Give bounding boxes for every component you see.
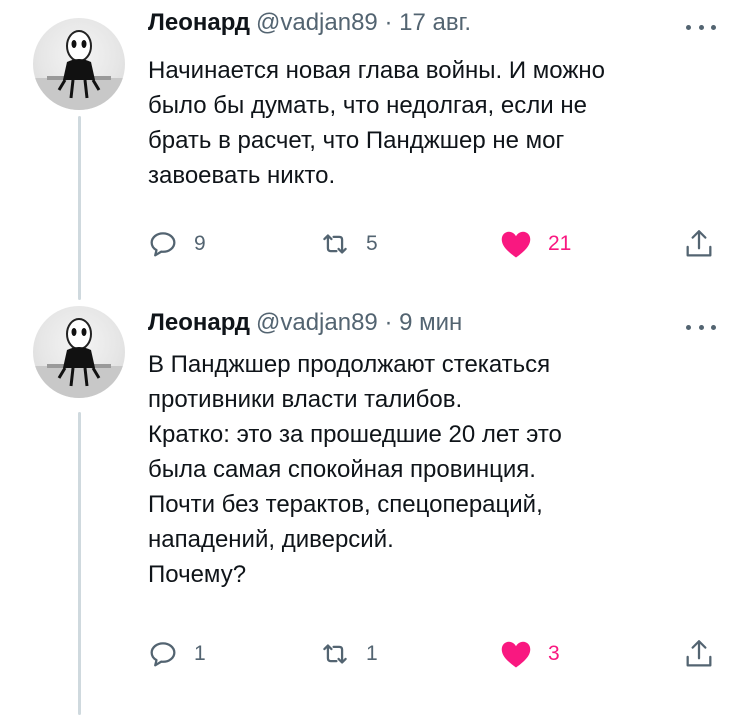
reply-icon: [150, 642, 176, 667]
tweet-header: Леонард @vadjan89 · 9 мин: [148, 309, 462, 337]
tweet-text: Начинается новая глава войны. И можно бы…: [148, 57, 605, 189]
handle-and-date[interactable]: @vadjan89 · 9 мин: [256, 309, 462, 336]
reply-button[interactable]: 9: [146, 226, 206, 262]
retweet-button[interactable]: 1: [318, 636, 378, 672]
like-button[interactable]: 3: [498, 636, 560, 672]
share-icon: [686, 640, 712, 667]
author-name[interactable]: Леонард: [148, 9, 250, 36]
tweet[interactable]: Леонард @vadjan89 · 17 авг. Начинается но…: [0, 0, 750, 300]
share-button[interactable]: [682, 636, 716, 672]
handle-and-date[interactable]: @vadjan89 · 17 авг.: [256, 9, 471, 36]
tweet-actions: 1 1 3: [146, 636, 718, 672]
retweet-button[interactable]: 5: [318, 226, 378, 262]
heart-icon: [501, 231, 531, 258]
retweet-count: 1: [366, 642, 378, 665]
share-icon: [686, 230, 712, 257]
avatar-figure-icon: [33, 318, 125, 398]
retweet-icon: [323, 644, 347, 664]
reply-icon: [150, 232, 176, 257]
more-icon[interactable]: [686, 322, 716, 332]
tweet-header: Леонард @vadjan89 · 17 авг.: [148, 9, 471, 37]
retweet-count: 5: [366, 232, 378, 255]
author-name[interactable]: Леонард: [148, 309, 250, 336]
more-icon[interactable]: [686, 22, 716, 32]
avatar[interactable]: [33, 18, 125, 110]
reply-count: 1: [194, 642, 206, 665]
like-count: 21: [548, 232, 572, 255]
heart-icon: [501, 641, 531, 668]
avatar-figure-icon: [33, 30, 125, 110]
thread-line: [78, 412, 81, 715]
share-button[interactable]: [682, 226, 716, 262]
avatar[interactable]: [33, 306, 125, 398]
tweet-actions: 9 5 21: [146, 226, 718, 262]
reply-button[interactable]: 1: [146, 636, 206, 672]
like-count: 3: [548, 642, 560, 665]
thread-line: [78, 116, 81, 300]
retweet-icon: [323, 234, 347, 254]
reply-count: 9: [194, 232, 206, 255]
tweet[interactable]: Леонард @vadjan89 · 9 мин В Панджшер прод…: [0, 300, 750, 715]
tweet-text: В Панджшер продолжают стекаться противни…: [148, 351, 562, 588]
like-button[interactable]: 21: [498, 226, 571, 262]
